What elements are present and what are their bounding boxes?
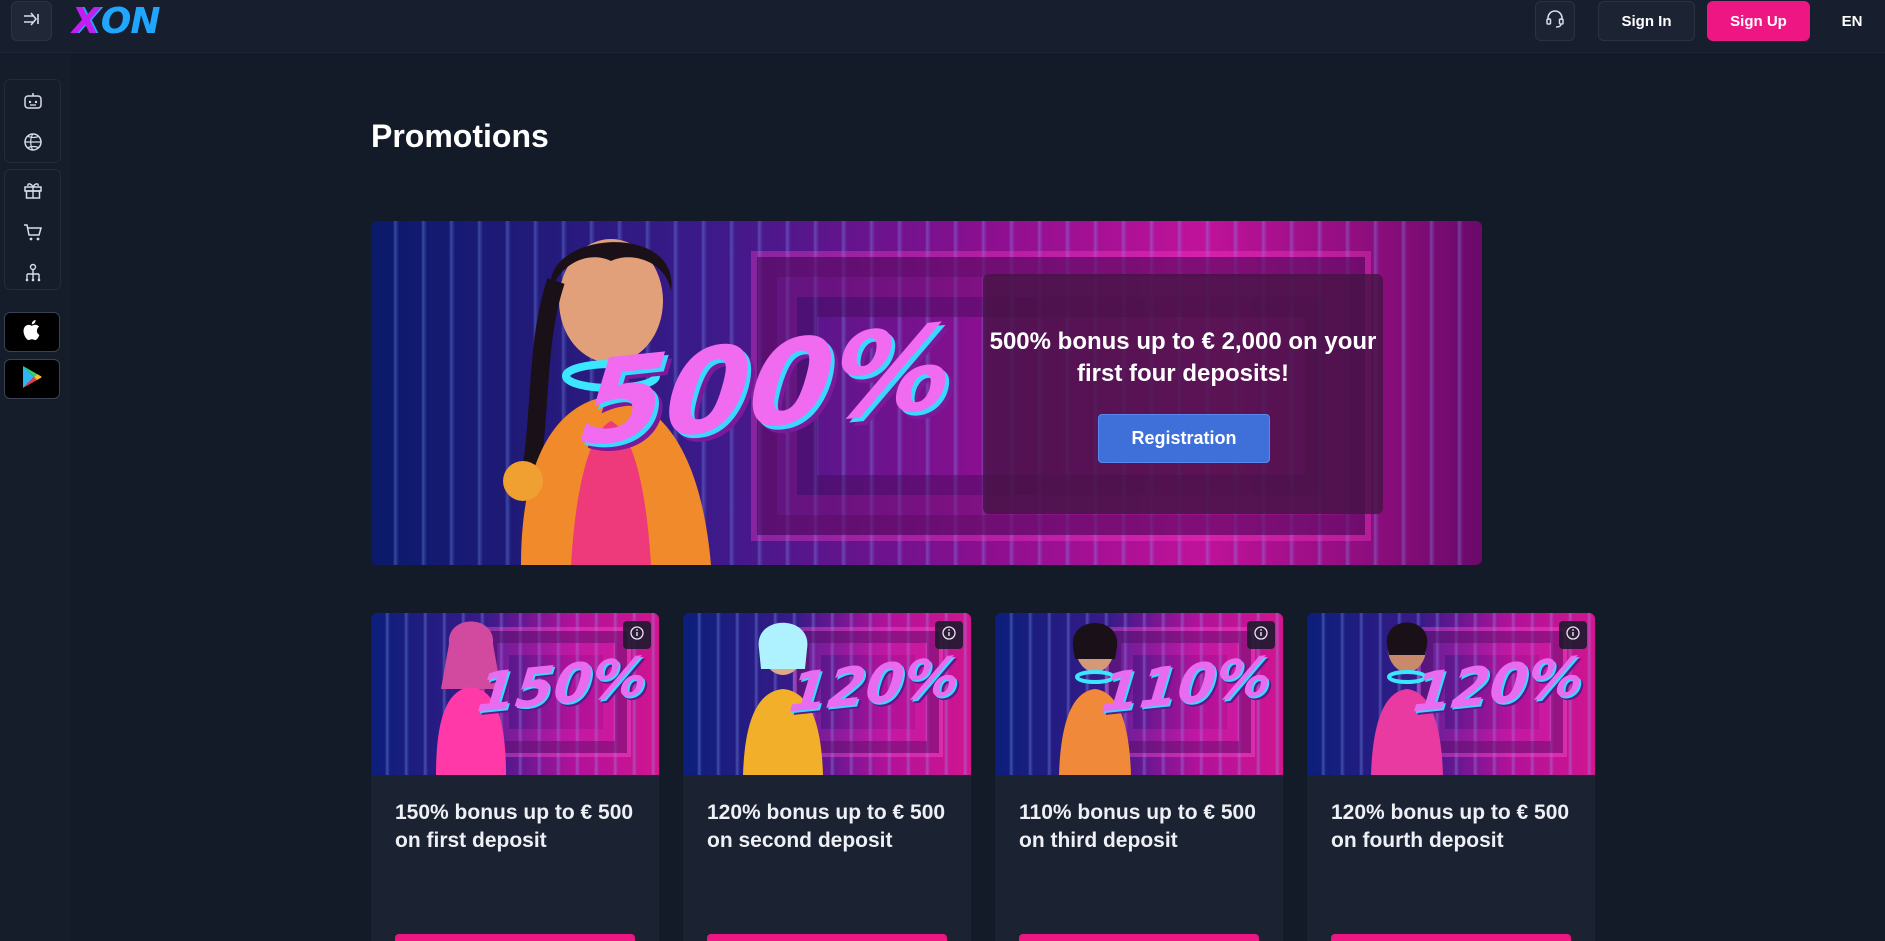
info-icon (1254, 625, 1268, 645)
page-title: Promotions (371, 118, 549, 154)
hero-banner: 500% 500% bonus up to € 2,000 on your fi… (371, 221, 1482, 565)
headset-icon (1545, 9, 1565, 34)
promo-card-title: 120% bonus up to € 500 on fourth deposit (1331, 801, 1570, 852)
site-logo[interactable]: X ON (72, 0, 160, 42)
left-sidebar (0, 54, 71, 941)
promo-card-image: 150% (371, 613, 659, 775)
sidebar-group-games (4, 79, 61, 163)
top-header: X ON Sign In Sign Up EN (0, 0, 1885, 53)
info-button[interactable] (1559, 621, 1587, 649)
info-button[interactable] (623, 621, 651, 649)
logo-on: ON (100, 0, 161, 42)
promo-card-title: 150% bonus up to € 500 on first deposit (395, 801, 634, 852)
hero-offer-panel: 500% bonus up to € 2,000 on your first f… (983, 274, 1383, 514)
language-selector[interactable]: EN (1832, 1, 1872, 41)
info-button[interactable] (935, 621, 963, 649)
sign-in-button[interactable]: Sign In (1598, 1, 1695, 41)
referral-icon[interactable] (21, 261, 45, 285)
promo-card-button[interactable] (1331, 934, 1571, 941)
registration-button[interactable]: Registration (1098, 414, 1270, 463)
info-button[interactable] (1247, 621, 1275, 649)
promo-card-image: 110% (995, 613, 1283, 775)
hero-offer-text: 500% bonus up to € 2,000 on your first f… (989, 328, 1377, 387)
google-play-icon (21, 365, 43, 394)
promo-card-image: 120% (683, 613, 971, 775)
basketball-icon[interactable] (21, 130, 45, 154)
info-icon (942, 625, 956, 645)
sign-up-button[interactable]: Sign Up (1707, 1, 1810, 41)
promo-card-button[interactable] (395, 934, 635, 941)
google-play-button[interactable] (4, 359, 60, 399)
cart-icon[interactable] (21, 220, 45, 244)
promo-card[interactable]: 120% 120% bonus up to € 500 on second de… (683, 613, 971, 941)
gift-icon[interactable] (21, 178, 45, 202)
sidebar-toggle-button[interactable] (11, 1, 52, 41)
expand-arrow-icon (23, 11, 41, 31)
promo-card-button[interactable] (707, 934, 947, 941)
info-icon (630, 625, 644, 645)
robot-icon[interactable] (21, 89, 45, 113)
logo-x: X (72, 0, 100, 42)
promo-card[interactable]: 110% 110% bonus up to € 500 on third dep… (995, 613, 1283, 941)
promo-card[interactable]: 150% 150% bonus up to € 500 on first dep… (371, 613, 659, 941)
sidebar-group-offers (4, 169, 61, 290)
info-icon (1566, 625, 1580, 645)
apple-icon (22, 318, 42, 347)
app-store-button[interactable] (4, 312, 60, 352)
promo-card-title: 120% bonus up to € 500 on second deposit (707, 801, 946, 852)
promo-card-button[interactable] (1019, 934, 1259, 941)
promo-card-image: 120% (1307, 613, 1595, 775)
promo-card-title: 110% bonus up to € 500 on third deposit (1019, 801, 1256, 852)
support-button[interactable] (1535, 1, 1575, 41)
promo-card[interactable]: 120% 120% bonus up to € 500 on fourth de… (1307, 613, 1595, 941)
